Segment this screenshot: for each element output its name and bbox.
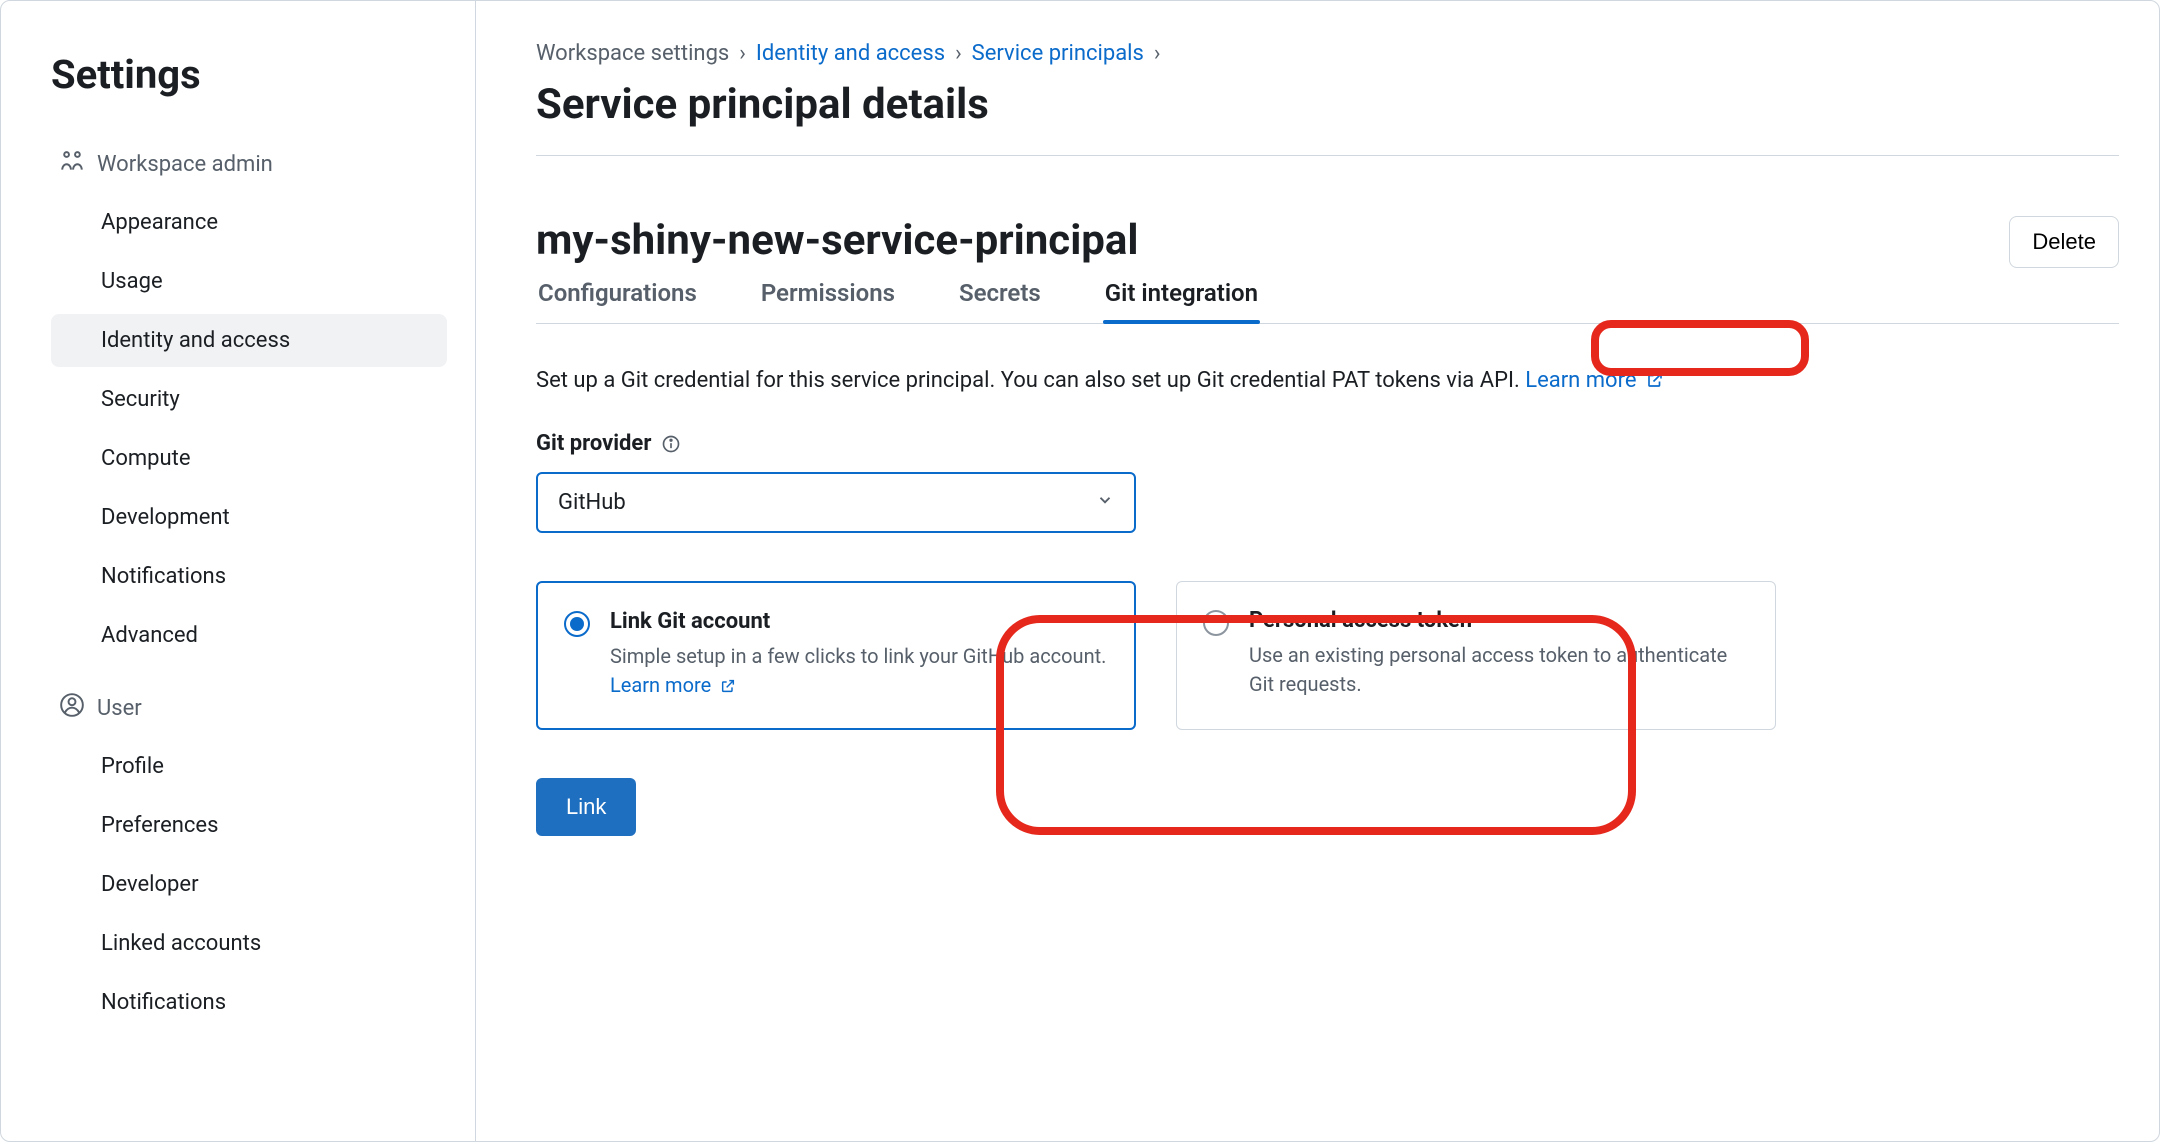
git-description-text: Set up a Git credential for this service… [536,368,1525,393]
main-content: Workspace settings › Identity and access… [476,1,2159,1141]
sidebar-item-usage[interactable]: Usage [51,255,447,308]
settings-sidebar: Settings Workspace admin Appearance Usag… [1,1,476,1141]
option-description: Use an existing personal access token to… [1249,641,1749,699]
chevron-right-icon: › [739,41,746,66]
sidebar-title: Settings [51,51,447,98]
entity-name: my-shiny-new-service-principal [536,216,1139,265]
sidebar-item-notifications-user[interactable]: Notifications [51,976,447,1029]
git-provider-value: GitHub [558,490,626,515]
option-title: Link Git account [610,609,1108,634]
git-options: Link Git account Simple setup in a few c… [536,581,2119,730]
learn-more-link[interactable]: Learn more [610,673,736,697]
git-provider-label: Git provider [536,431,2119,456]
nav-header-label: Workspace admin [97,152,273,177]
git-provider-label-text: Git provider [536,431,651,456]
sidebar-item-identity-and-access[interactable]: Identity and access [51,314,447,367]
tab-secrets[interactable]: Secrets [957,279,1043,323]
info-icon[interactable] [661,434,681,454]
nav-header-label: User [97,696,142,721]
sidebar-item-security[interactable]: Security [51,373,447,426]
chevron-right-icon: › [1154,41,1161,66]
nav-header-workspace-admin: Workspace admin [51,138,447,190]
link-button[interactable]: Link [536,778,636,836]
sidebar-item-developer[interactable]: Developer [51,858,447,911]
sidebar-item-notifications-ws[interactable]: Notifications [51,550,447,603]
workspace-icon [59,148,85,180]
sidebar-item-appearance[interactable]: Appearance [51,196,447,249]
breadcrumb: Workspace settings › Identity and access… [536,41,2119,66]
sidebar-item-advanced[interactable]: Advanced [51,609,447,662]
sidebar-item-profile[interactable]: Profile [51,740,447,793]
git-provider-select[interactable]: GitHub [536,472,1136,533]
nav-header-user: User [51,682,447,734]
radio-link-git-account[interactable] [564,611,590,637]
breadcrumb-item-workspace-settings[interactable]: Workspace settings [536,41,729,66]
learn-more-link[interactable]: Learn more [1525,368,1664,393]
sidebar-item-development[interactable]: Development [51,491,447,544]
page-title: Service principal details [536,80,2119,156]
external-link-icon [720,673,736,702]
user-icon [59,692,85,724]
tab-git-integration[interactable]: Git integration [1103,279,1260,323]
learn-more-label: Learn more [610,673,711,697]
radio-personal-access-token[interactable] [1203,610,1229,636]
option-description: Simple setup in a few clicks to link you… [610,642,1108,702]
learn-more-label: Learn more [1525,368,1636,393]
option-personal-access-token[interactable]: Personal access token Use an existing pe… [1176,581,1776,730]
chevron-right-icon: › [955,41,962,66]
option-desc-text: Simple setup in a few clicks to link you… [610,644,1106,668]
sidebar-item-linked-accounts[interactable]: Linked accounts [51,917,447,970]
git-description: Set up a Git credential for this service… [536,368,2119,395]
nav-section-workspace-admin: Workspace admin Appearance Usage Identit… [51,138,447,662]
breadcrumb-item-service-principals[interactable]: Service principals [972,41,1144,66]
tab-permissions[interactable]: Permissions [759,279,897,323]
option-title: Personal access token [1249,608,1749,633]
breadcrumb-item-identity-and-access[interactable]: Identity and access [756,41,945,66]
external-link-icon [1646,370,1664,395]
sidebar-item-preferences[interactable]: Preferences [51,799,447,852]
sidebar-item-compute[interactable]: Compute [51,432,447,485]
option-link-git-account[interactable]: Link Git account Simple setup in a few c… [536,581,1136,730]
tab-configurations[interactable]: Configurations [536,279,699,323]
tabs: Configurations Permissions Secrets Git i… [536,279,2119,324]
chevron-down-icon [1096,490,1114,515]
delete-button[interactable]: Delete [2009,216,2119,268]
nav-section-user: User Profile Preferences Developer Linke… [51,682,447,1029]
